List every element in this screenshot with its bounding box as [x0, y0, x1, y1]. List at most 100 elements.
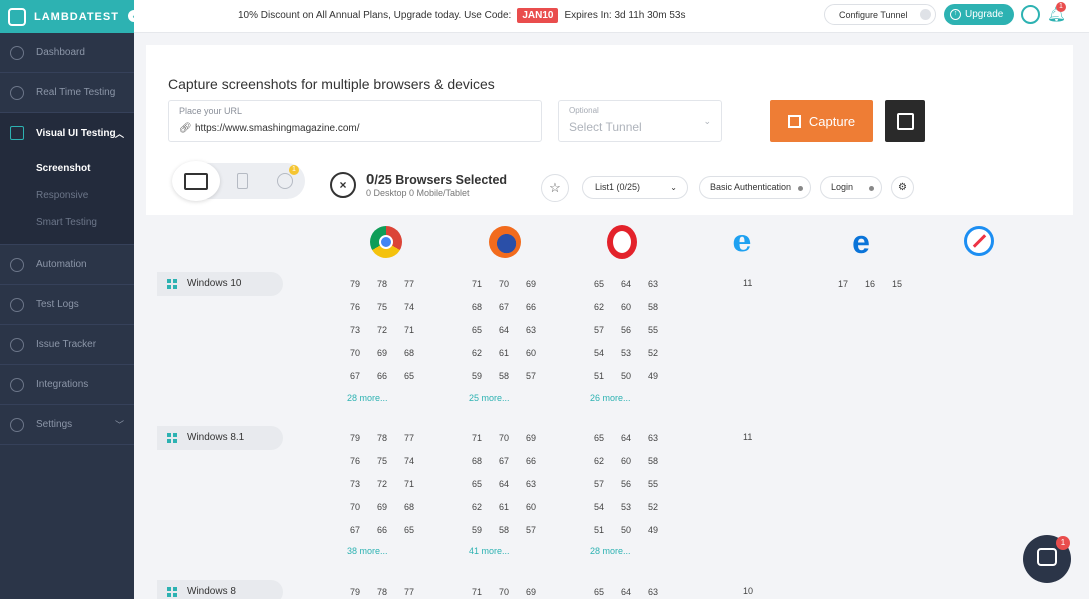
browser-version[interactable]: 62	[594, 301, 621, 313]
browser-version[interactable]: 69	[377, 501, 404, 513]
browser-version[interactable]: 79	[350, 586, 377, 598]
browser-version[interactable]: 63	[526, 478, 553, 490]
browser-version[interactable]: 59	[472, 524, 499, 536]
browser-version[interactable]: 69	[526, 432, 553, 444]
browser-version[interactable]: 70	[350, 501, 377, 513]
browser-version[interactable]: 53	[621, 347, 648, 359]
browser-version[interactable]: 69	[377, 347, 404, 359]
mobile-icon[interactable]	[237, 173, 248, 189]
browser-version[interactable]: 65	[472, 324, 499, 336]
browser-version[interactable]: 67	[350, 524, 377, 536]
browser-version[interactable]: 68	[404, 347, 431, 359]
browser-version[interactable]: 79	[350, 432, 377, 444]
browser-version[interactable]: 59	[472, 370, 499, 382]
browser-version[interactable]: 70	[499, 586, 526, 598]
sidebar-item-issue-tracker[interactable]: Issue Tracker	[0, 325, 134, 365]
browser-version[interactable]: 63	[648, 278, 675, 290]
browser-version[interactable]: 71	[472, 432, 499, 444]
desktop-option[interactable]	[172, 161, 220, 201]
browser-version[interactable]: 57	[526, 370, 553, 382]
sidebar-item-settings[interactable]: Settings ﹀	[0, 405, 134, 445]
browser-version[interactable]: 65	[594, 586, 621, 598]
settings-gear-button[interactable]: ⚙	[891, 176, 914, 199]
favorite-star-button[interactable]: ☆	[541, 174, 569, 202]
url-input[interactable]: Place your URL 🔗︎ https://www.smashingma…	[168, 100, 542, 142]
tunnel-select[interactable]: Optional Select Tunnel ⌄	[558, 100, 722, 142]
browser-version[interactable]: 68	[404, 501, 431, 513]
browser-version[interactable]: 51	[594, 524, 621, 536]
browser-version[interactable]: 76	[350, 455, 377, 467]
browser-version[interactable]: 65	[472, 478, 499, 490]
browser-version[interactable]: 75	[377, 301, 404, 313]
browser-version[interactable]: 57	[594, 324, 621, 336]
browser-version[interactable]: 74	[404, 301, 431, 313]
browser-version[interactable]: 49	[648, 524, 675, 536]
browser-version[interactable]: 68	[472, 455, 499, 467]
browser-version[interactable]: 71	[472, 278, 499, 290]
chrome-more-link[interactable]: 38 more...	[347, 546, 388, 556]
browser-version[interactable]: 55	[648, 324, 675, 336]
browser-version[interactable]: 60	[526, 501, 553, 513]
browser-version[interactable]: 69	[526, 586, 553, 598]
browser-version[interactable]: 67	[499, 455, 526, 467]
ie-version[interactable]: 11	[743, 432, 752, 442]
browser-version[interactable]: 52	[648, 501, 675, 513]
browser-version[interactable]: 68	[472, 301, 499, 313]
sidebar-item-visual-ui-testing[interactable]: Visual UI Testing ︿	[0, 113, 134, 153]
login-button[interactable]: Login	[820, 176, 882, 199]
subnav-item-smart-testing[interactable]: Smart Testing	[0, 209, 134, 236]
browser-version[interactable]: 66	[377, 524, 404, 536]
browser-version[interactable]: 62	[472, 501, 499, 513]
browser-version[interactable]: 64	[621, 586, 648, 598]
browser-version[interactable]: 71	[472, 586, 499, 598]
browser-version[interactable]: 65	[404, 370, 431, 382]
browser-version[interactable]: 69	[526, 278, 553, 290]
browser-version[interactable]: 63	[648, 586, 675, 598]
browser-version[interactable]: 61	[499, 347, 526, 359]
firefox-more-link[interactable]: 41 more...	[469, 546, 510, 556]
os-group-windows-8[interactable]: Windows 8	[157, 580, 283, 599]
browser-version[interactable]: 60	[621, 455, 648, 467]
browser-version[interactable]: 50	[621, 370, 648, 382]
browser-version[interactable]: 78	[377, 586, 404, 598]
browser-version[interactable]: 70	[350, 347, 377, 359]
browser-version[interactable]: 16	[865, 278, 892, 290]
capture-button[interactable]: Capture	[770, 100, 873, 142]
browser-version[interactable]: 52	[648, 347, 675, 359]
browser-version[interactable]: 71	[404, 324, 431, 336]
browser-version[interactable]: 67	[350, 370, 377, 382]
browser-version[interactable]: 58	[648, 301, 675, 313]
browser-version[interactable]: 55	[648, 478, 675, 490]
browser-version[interactable]: 54	[594, 347, 621, 359]
sidebar-item-test-logs[interactable]: Test Logs	[0, 285, 134, 325]
browser-version[interactable]: 63	[648, 432, 675, 444]
browser-version[interactable]: 62	[472, 347, 499, 359]
browser-version[interactable]: 58	[499, 370, 526, 382]
browser-version[interactable]: 75	[377, 455, 404, 467]
browser-version[interactable]: 17	[838, 278, 865, 290]
sidebar-item-dashboard[interactable]: Dashboard	[0, 33, 134, 73]
browser-version[interactable]: 56	[621, 324, 648, 336]
browser-version[interactable]: 74	[404, 455, 431, 467]
browser-version[interactable]: 56	[621, 478, 648, 490]
browser-version[interactable]: 77	[404, 432, 431, 444]
browser-version[interactable]: 57	[594, 478, 621, 490]
browser-version[interactable]: 73	[350, 324, 377, 336]
browser-version[interactable]: 65	[594, 278, 621, 290]
opera-more-link[interactable]: 26 more...	[590, 393, 631, 403]
browser-version[interactable]: 54	[594, 501, 621, 513]
upgrade-button[interactable]: ↑ Upgrade	[944, 4, 1014, 25]
sidebar-item-integrations[interactable]: Integrations	[0, 365, 134, 405]
os-group-windows-8-1[interactable]: Windows 8.1	[157, 426, 283, 450]
ie-version[interactable]: 10	[743, 586, 753, 596]
browser-version[interactable]: 62	[594, 455, 621, 467]
history-icon[interactable]	[277, 173, 293, 189]
browser-version[interactable]: 65	[594, 432, 621, 444]
os-group-windows-10[interactable]: Windows 10	[157, 272, 283, 296]
browser-version[interactable]: 66	[526, 455, 553, 467]
subnav-item-responsive[interactable]: Responsive	[0, 182, 134, 209]
browser-version[interactable]: 67	[499, 301, 526, 313]
opera-more-link[interactable]: 28 more...	[590, 546, 631, 556]
browser-version[interactable]: 73	[350, 478, 377, 490]
browser-version[interactable]: 64	[621, 432, 648, 444]
